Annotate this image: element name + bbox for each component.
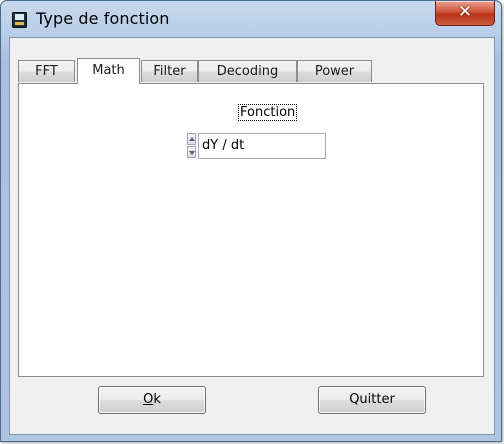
app-icon [12,12,27,28]
tab-math[interactable]: Math [77,58,140,84]
quit-button[interactable]: Quitter [318,386,426,414]
tab-decoding[interactable]: Decoding [198,60,297,82]
window-title: Type de fonction [36,9,170,28]
close-icon: ✕ [457,2,473,22]
dialog-window: Type de fonction ✕ FFT Math Filter Decod… [0,0,502,442]
fonction-label: Fonction [237,104,298,121]
arrow-down-icon[interactable] [187,146,196,158]
arrow-up-icon[interactable] [187,133,196,145]
tab-power[interactable]: Power [297,60,372,82]
ok-label: k [153,392,161,407]
close-button[interactable]: ✕ [435,1,495,26]
tab-filter[interactable]: Filter [141,60,198,82]
function-spinner[interactable] [187,133,197,159]
tab-panel-math: Fonction dY / dt [18,83,484,377]
dialog-client-area: FFT Math Filter Decoding Power Fonction … [9,37,495,435]
function-field[interactable]: dY / dt [198,133,326,159]
ok-button[interactable]: Ok [98,386,206,414]
ok-mnemonic: O [143,392,154,407]
tab-fft[interactable]: FFT [18,60,75,82]
title-bar[interactable]: Type de fonction ✕ [1,1,501,37]
